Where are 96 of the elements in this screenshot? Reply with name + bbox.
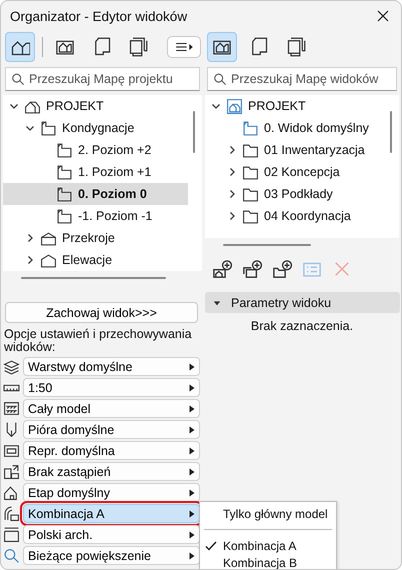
tree-item[interactable]: Elewacje (3, 249, 188, 271)
option-dropdown[interactable]: Etap domyślny (23, 483, 200, 502)
sheet-icon (249, 37, 269, 57)
chevron-right-icon[interactable] (227, 211, 237, 221)
scrollbar[interactable] (390, 111, 392, 153)
toolbar-button[interactable] (5, 32, 35, 62)
option-dropdown[interactable]: Repr. domyślna (23, 441, 200, 460)
caret-icon (189, 530, 195, 538)
chevron-right-icon[interactable] (25, 233, 35, 243)
folder-icon (242, 142, 259, 158)
checkmark-icon (205, 540, 217, 552)
search-icon (11, 72, 25, 86)
storey-icon (56, 164, 73, 180)
storey-icon (56, 186, 73, 202)
window-title: Organizator - Edytor widoków (10, 8, 188, 24)
tree-item[interactable]: 0. Widok domyślny (205, 117, 385, 139)
tree-item[interactable]: PROJEKT (3, 95, 188, 117)
tree-item[interactable]: Kondygnacje (3, 117, 188, 139)
tree-item[interactable]: 03 Podkłady (205, 183, 385, 205)
stacked-pages-icon (286, 37, 306, 57)
replace-icon (3, 463, 20, 480)
search-icon (213, 72, 227, 86)
tree-item[interactable]: 1. Poziom +1 (3, 161, 188, 183)
folder-icon (242, 208, 259, 224)
option-dropdown[interactable]: Pióra domyślne (23, 420, 200, 439)
elevation-icon (40, 252, 57, 268)
storey-icon (56, 142, 73, 158)
storey-icon (40, 120, 57, 136)
tree-item[interactable]: Przekroje (3, 227, 188, 249)
chevron-right-icon[interactable] (227, 145, 237, 155)
new-folder-button[interactable] (270, 258, 294, 280)
double-line-icon (3, 526, 20, 543)
tree-item[interactable]: 01 Inwentaryzacja (205, 139, 385, 161)
house-icon (3, 484, 20, 501)
add-house-icon (212, 259, 232, 279)
hatched-box-icon (3, 400, 20, 417)
menu-item[interactable]: Kombinacja A (200, 537, 336, 554)
add-folder-icon (272, 259, 292, 279)
tree-item[interactable]: 2. Poziom +2 (3, 139, 188, 161)
scrollbar[interactable] (223, 244, 311, 246)
option-dropdown[interactable]: Kombinacja A (23, 504, 200, 523)
new-view-button[interactable] (210, 258, 234, 280)
tree-item[interactable]: PROJEKT (205, 95, 385, 117)
scrollbar[interactable] (21, 277, 166, 279)
magnifier-icon (3, 547, 20, 564)
toolbar-button[interactable] (207, 32, 237, 62)
framed-house-icon (226, 98, 243, 114)
clone-view-button[interactable] (240, 258, 264, 280)
option-dropdown[interactable]: Warstwy domyślne (23, 357, 200, 376)
section-icon (40, 230, 57, 246)
menu-item[interactable]: Kombinacja B (200, 554, 336, 569)
empty-message: Brak zaznaczenia. (250, 319, 354, 333)
chevron-down-icon[interactable] (9, 101, 19, 111)
caret-icon (189, 426, 195, 434)
add-copy-icon (242, 259, 262, 279)
caret-icon (189, 362, 195, 370)
chevron-right-icon[interactable] (25, 255, 35, 265)
caret-icon (189, 468, 195, 476)
option-dropdown[interactable]: Bieżące powiększenie (23, 546, 200, 565)
chevron-right-icon[interactable] (227, 189, 237, 199)
tree-item[interactable]: 0. Poziom 0 (3, 183, 188, 205)
caret-icon (189, 552, 195, 560)
storey-icon (56, 208, 73, 224)
layers-icon (3, 358, 20, 375)
chevron-down-icon[interactable] (25, 123, 35, 133)
folder-icon (242, 164, 259, 180)
nested-box-icon (3, 442, 20, 459)
option-dropdown[interactable]: Brak zastąpień (23, 462, 200, 481)
tree-item[interactable]: 02 Koncepcja (205, 161, 385, 183)
save-view-button[interactable]: Zachowaj widok>>> (5, 302, 198, 323)
menu-button[interactable] (167, 36, 202, 58)
search-field[interactable]: Przeszukaj Mapę widoków (207, 67, 397, 91)
caret-icon (189, 510, 195, 518)
search-field[interactable]: Przeszukaj Mapę projektu (5, 67, 200, 91)
close-icon[interactable] (377, 10, 389, 22)
tree-item[interactable]: 04 Koordynacja (205, 205, 385, 227)
caret-down-icon (213, 298, 221, 306)
menu-icon (173, 40, 196, 54)
tree-item[interactable]: -1. Poziom -1 (3, 205, 188, 227)
storey-icon (242, 120, 259, 136)
section-header[interactable]: Parametry widoku (205, 292, 400, 313)
caret-icon (189, 384, 195, 392)
scrollbar[interactable] (193, 111, 195, 153)
stacked-pages-icon (128, 37, 148, 57)
option-dropdown[interactable]: Polski arch. (23, 525, 200, 544)
option-dropdown[interactable]: 1:50 (23, 378, 200, 397)
options-label: Opcje ustawień i przechowywania widoków: (4, 328, 193, 354)
chevron-down-icon[interactable] (211, 101, 221, 111)
caret-icon (189, 446, 195, 454)
folder-icon (242, 186, 259, 202)
chevron-right-icon[interactable] (227, 167, 237, 177)
option-dropdown[interactable]: Cały model (23, 399, 200, 418)
arcs-box-icon (3, 505, 20, 522)
caret-icon (189, 488, 195, 496)
menu-item[interactable]: Tylko główny model (200, 502, 336, 526)
caret-icon (189, 404, 195, 412)
